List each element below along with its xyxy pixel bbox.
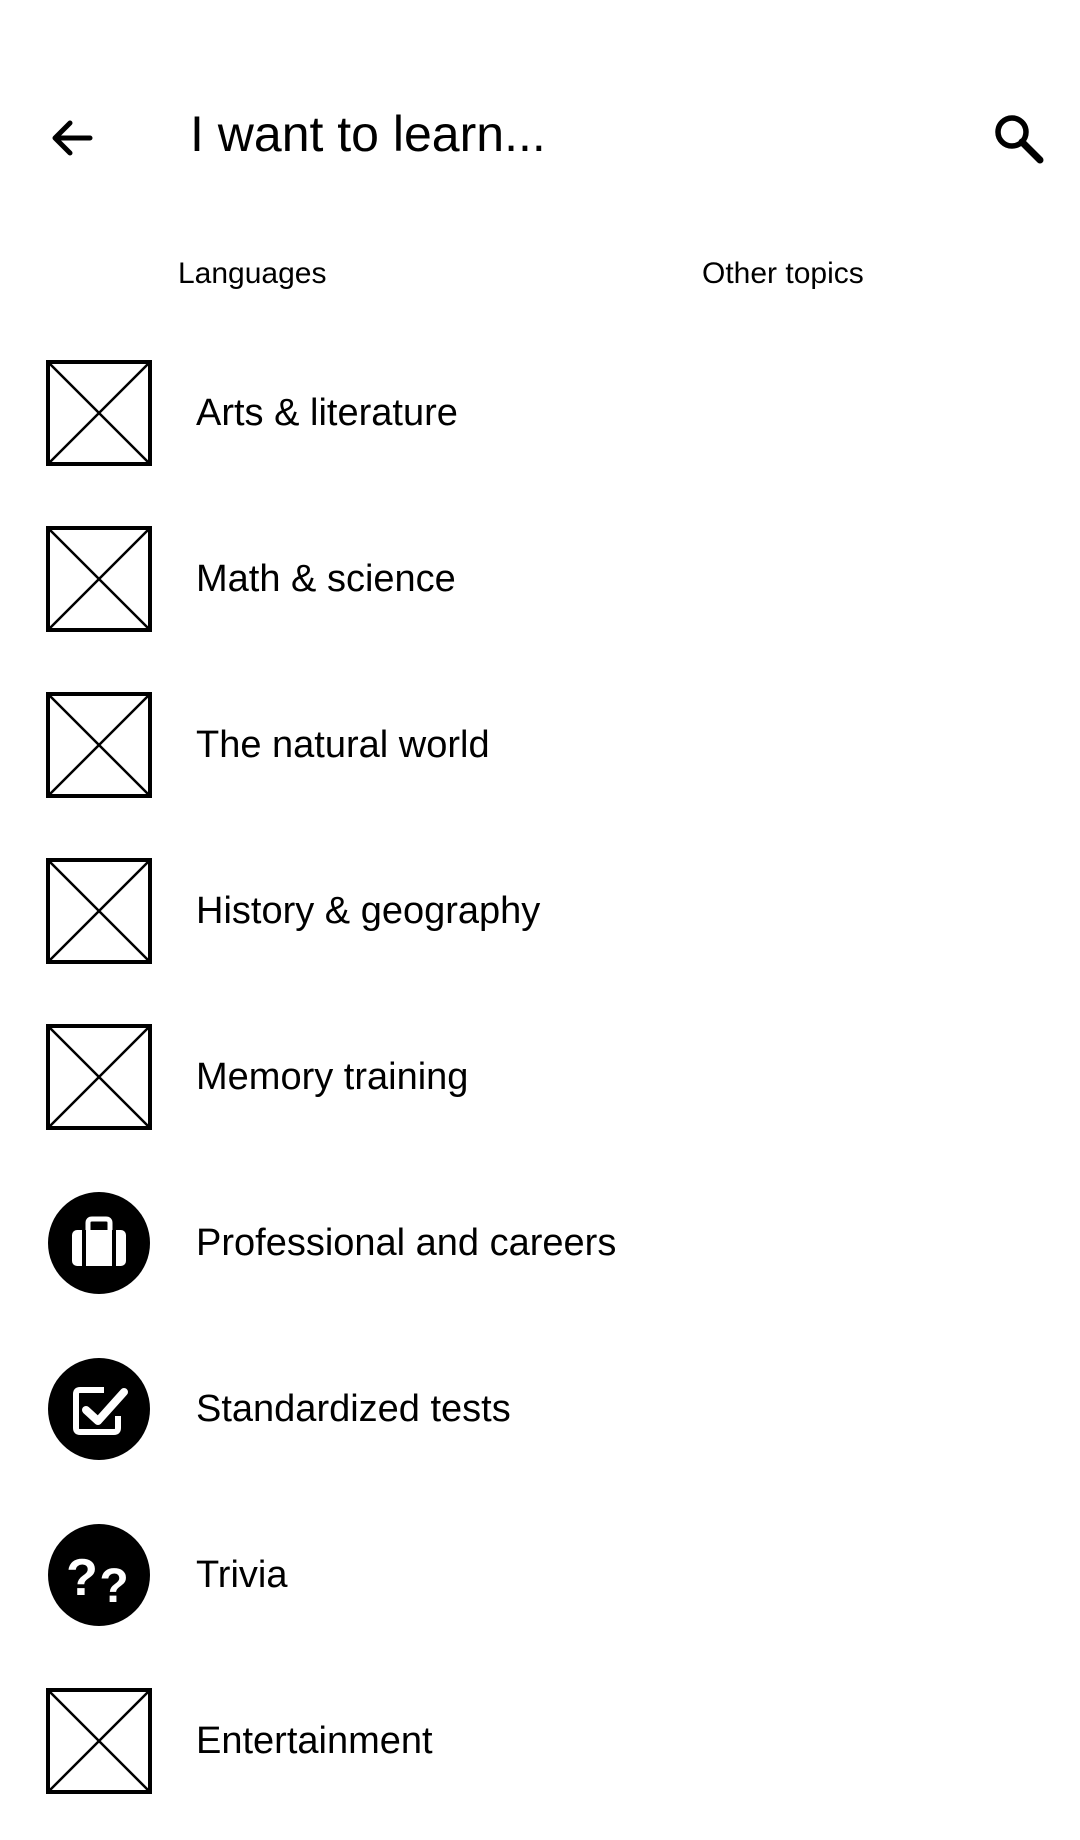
topic-label: History & geography	[196, 890, 541, 932]
topic-item-standardized-tests[interactable]: Standardized tests	[0, 1342, 1080, 1508]
topic-item-memory-training[interactable]: Memory training	[0, 1010, 1080, 1176]
tab-languages[interactable]: Languages	[178, 256, 326, 292]
placeholder-image-icon	[46, 526, 152, 632]
placeholder-image-icon	[46, 692, 152, 798]
placeholder-image-icon	[46, 1024, 152, 1130]
topic-item-professional-careers[interactable]: Professional and careers	[0, 1176, 1080, 1342]
topic-item-trivia[interactable]: ? ? Trivia	[0, 1508, 1080, 1674]
topic-item-math-science[interactable]: Math & science	[0, 512, 1080, 678]
arrow-left-icon	[52, 120, 93, 156]
topic-label: Standardized tests	[196, 1388, 511, 1430]
topic-label: Math & science	[196, 558, 456, 600]
placeholder-image-icon	[46, 360, 152, 466]
placeholder-image-icon	[46, 858, 152, 964]
placeholder-image-icon	[46, 1688, 152, 1794]
topic-label: Arts & literature	[196, 392, 458, 434]
search-icon	[995, 115, 1044, 164]
topic-item-history-geography[interactable]: History & geography	[0, 844, 1080, 1010]
page-title: I want to learn...	[190, 106, 546, 162]
search-button[interactable]	[984, 104, 1052, 172]
briefcase-icon	[48, 1192, 150, 1294]
app-bar: I want to learn...	[0, 0, 1080, 230]
svg-text:?: ?	[99, 1560, 128, 1613]
topic-label: Trivia	[196, 1554, 288, 1596]
question-marks-icon: ? ?	[48, 1524, 150, 1626]
back-button[interactable]	[42, 108, 102, 168]
topic-label: The natural world	[196, 724, 490, 766]
topic-label: Entertainment	[196, 1720, 433, 1762]
tab-other-topics[interactable]: Other topics	[702, 256, 864, 292]
topic-item-entertainment[interactable]: Entertainment	[0, 1674, 1080, 1840]
checkbox-icon	[48, 1358, 150, 1460]
topic-label: Memory training	[196, 1056, 469, 1098]
topic-item-arts-literature[interactable]: Arts & literature	[0, 346, 1080, 512]
topic-item-natural-world[interactable]: The natural world	[0, 678, 1080, 844]
topic-label: Professional and careers	[196, 1222, 617, 1264]
svg-text:?: ?	[66, 1549, 98, 1607]
